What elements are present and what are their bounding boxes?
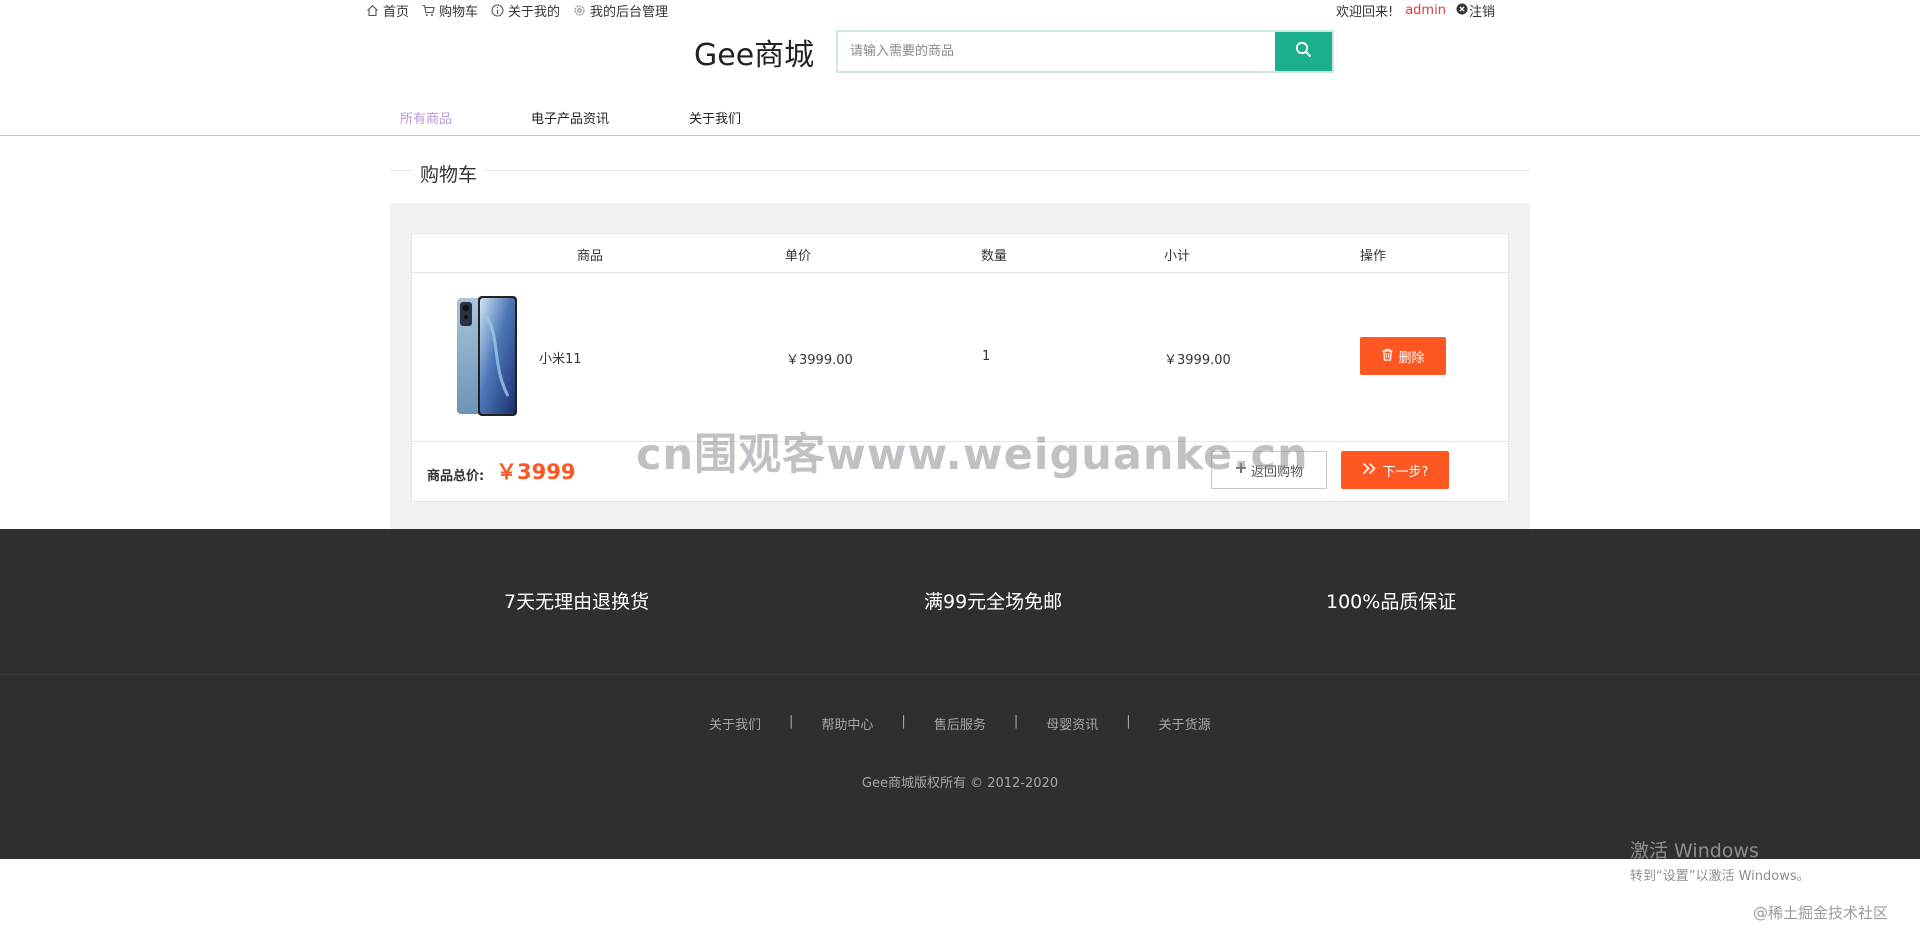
table-row: 小米11 ￥3999.00 1 ￥3999.00 删除	[412, 273, 1508, 442]
delete-label: 删除	[1398, 350, 1425, 366]
footer-links: 关于我们 | 帮助中心 | 售后服务 | 母婴资讯 | 关于货源	[709, 714, 1211, 733]
next-step-label: 下一步?	[1382, 464, 1429, 480]
column-header-action: 操作	[1360, 249, 1387, 264]
section-header: 购物车	[390, 160, 1530, 187]
community-watermark: @稀土掘金技术社区	[1753, 904, 1889, 922]
footer-link-after-sales[interactable]: 售后服务	[934, 714, 986, 733]
top-bar: 首页 购物车 关于我的 我的后台管理 欢迎回来! admin 注销	[0, 0, 1920, 20]
top-nav: 首页 购物车 关于我的 我的后台管理	[366, 1, 668, 20]
footer: 7天无理由退换货 满99元全场免邮 100%品质保证 关于我们 | 帮助中心 |…	[0, 529, 1920, 859]
top-nav-admin[interactable]: 我的后台管理	[573, 1, 668, 20]
footer-separator: |	[789, 714, 794, 729]
product-thumbnail[interactable]	[456, 296, 518, 416]
footer-link-baby-news[interactable]: 母婴资讯	[1046, 714, 1098, 733]
footer-link-about-us[interactable]: 关于我们	[709, 714, 761, 733]
category-nav: 所有商品 电子产品资讯 关于我们	[400, 108, 741, 127]
double-chevron-right-icon	[1362, 462, 1378, 479]
top-nav-about-me-label: 关于我的	[508, 5, 561, 20]
column-header-product: 商品	[577, 249, 604, 264]
windows-activation-notice: 激活 Windows 转到“设置”以激活 Windows。	[1630, 836, 1810, 884]
promise-quality: 100%品质保证	[1326, 591, 1457, 613]
quantity: 1	[982, 349, 991, 364]
home-icon	[366, 4, 379, 17]
page-title: 购物车	[412, 160, 486, 187]
footer-separator: |	[1126, 714, 1131, 729]
product-name[interactable]: 小米11	[539, 348, 582, 367]
nav-divider	[0, 135, 1920, 136]
column-header-quantity: 数量	[981, 249, 1008, 264]
activation-title: 激活 Windows	[1630, 840, 1759, 862]
next-step-button[interactable]: 下一步?	[1341, 451, 1449, 489]
promise-free-shipping: 满99元全场免邮	[924, 591, 1063, 613]
column-header-subtotal: 小计	[1164, 249, 1191, 264]
category-about-us[interactable]: 关于我们	[689, 108, 741, 127]
category-electronics-news[interactable]: 电子产品资讯	[531, 108, 689, 127]
brand-logo[interactable]: Gee商城	[694, 30, 814, 74]
top-nav-admin-label: 我的后台管理	[590, 5, 669, 20]
top-nav-cart-label: 购物车	[439, 5, 479, 20]
welcome-area: 欢迎回来! admin 注销	[1336, 1, 1495, 20]
total-label: 商品总价:	[427, 469, 485, 484]
cart-table-header: 商品 单价 数量 小计 操作	[412, 234, 1508, 273]
footer-link-supply[interactable]: 关于货源	[1159, 714, 1211, 733]
search-icon	[1295, 41, 1312, 62]
logout-label: 注销	[1468, 5, 1495, 20]
footer-link-help[interactable]: 帮助中心	[821, 714, 873, 733]
welcome-text: 欢迎回来!	[1336, 5, 1394, 20]
footer-separator: |	[1013, 714, 1019, 729]
trash-icon	[1381, 348, 1394, 365]
column-header-price: 单价	[785, 249, 812, 264]
username-link[interactable]: admin	[1405, 3, 1446, 18]
info-icon	[491, 4, 504, 17]
promise-returns: 7天无理由退换货	[504, 591, 650, 613]
watermark: cn围观客www.weiguanke.cn	[636, 430, 1309, 480]
search-button[interactable]	[1275, 32, 1332, 71]
delete-button[interactable]: 删除	[1360, 337, 1446, 375]
top-nav-home[interactable]: 首页	[366, 1, 409, 20]
top-nav-cart[interactable]: 购物车	[422, 1, 478, 20]
subtotal: ￥3999.00	[1164, 353, 1231, 368]
total-value: ￥3999	[496, 460, 576, 484]
top-nav-about-me[interactable]: 关于我的	[491, 1, 560, 20]
search-bar	[836, 30, 1334, 73]
section-divider	[390, 170, 1530, 171]
logout-link[interactable]: 注销	[1456, 1, 1495, 20]
footer-separator: |	[901, 714, 906, 729]
top-nav-home-label: 首页	[383, 5, 410, 20]
copyright: Gee商城版权所有 © 2012-2020	[861, 776, 1059, 791]
category-all-products[interactable]: 所有商品	[400, 108, 531, 127]
footer-divider	[0, 674, 1920, 675]
cart-icon	[422, 4, 435, 17]
unit-price: ￥3999.00	[786, 353, 853, 368]
activation-subtitle: 转到“设置”以激活 Windows。	[1630, 869, 1810, 884]
close-circle-icon	[1456, 3, 1468, 19]
gear-icon	[573, 4, 586, 17]
search-input[interactable]	[838, 32, 1275, 71]
